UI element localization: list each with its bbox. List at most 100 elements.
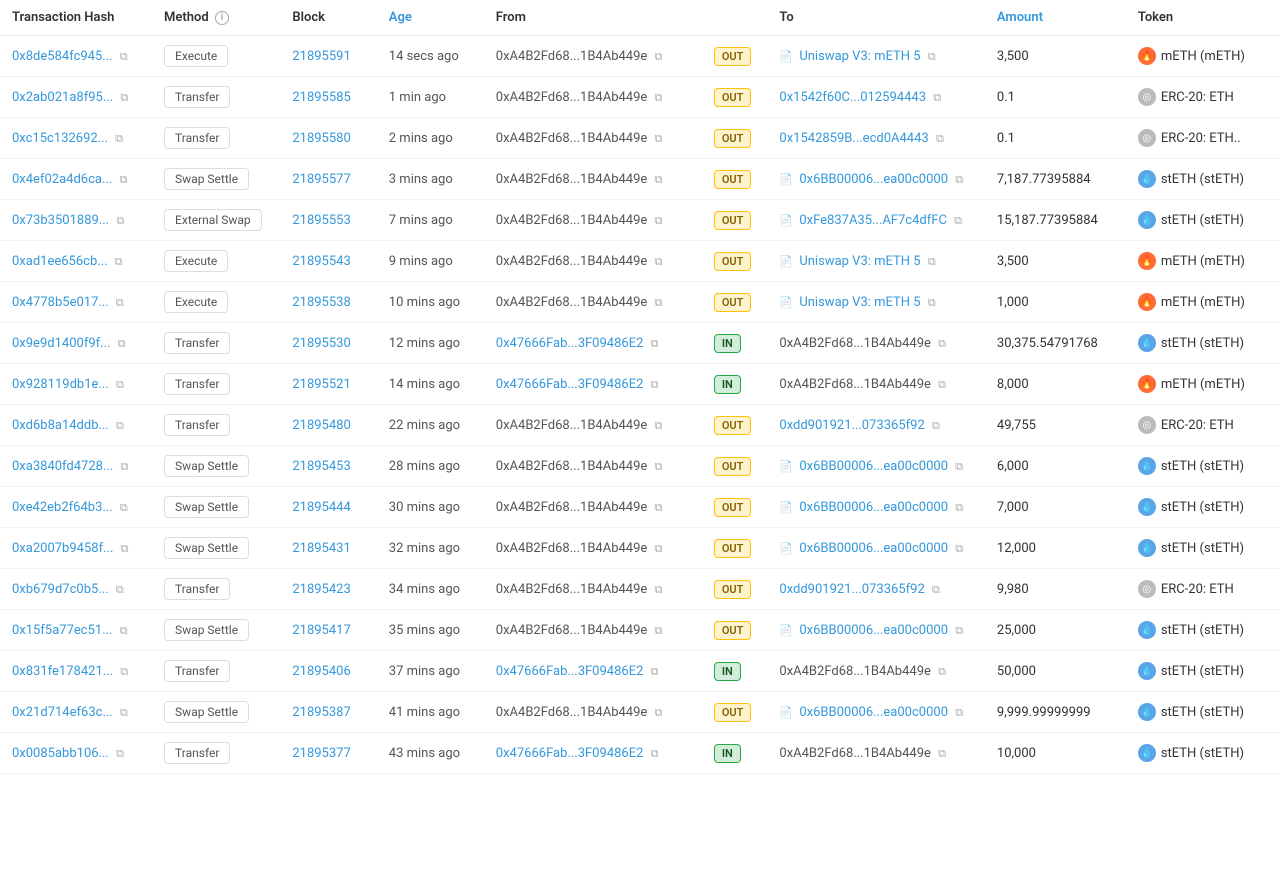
copy-to-icon[interactable]: ⧉ xyxy=(955,501,963,515)
tx-hash-link[interactable]: 0x2ab021a8f95... xyxy=(12,90,113,105)
copy-hash-icon[interactable]: ⧉ xyxy=(120,706,128,720)
block-link[interactable]: 21895577 xyxy=(292,172,350,187)
copy-to-icon[interactable]: ⧉ xyxy=(938,665,946,679)
to-address[interactable]: Uniswap V3: mETH 5 xyxy=(799,295,920,310)
from-address[interactable]: 0x47666Fab...3F09486E2 xyxy=(496,664,644,679)
block-link[interactable]: 21895585 xyxy=(292,90,350,105)
to-address[interactable]: 0x6BB00006...ea00c0000 xyxy=(799,500,948,515)
copy-hash-icon[interactable]: ⧉ xyxy=(120,624,128,638)
tx-hash-link[interactable]: 0x4778b5e017... xyxy=(12,295,109,310)
copy-to-icon[interactable]: ⧉ xyxy=(955,173,963,187)
copy-hash-icon[interactable]: ⧉ xyxy=(115,255,123,269)
copy-hash-icon[interactable]: ⧉ xyxy=(116,214,124,228)
copy-from-icon[interactable]: ⧉ xyxy=(655,255,663,269)
copy-from-icon[interactable]: ⧉ xyxy=(655,296,663,310)
block-link[interactable]: 21895453 xyxy=(292,459,350,474)
copy-from-icon[interactable]: ⧉ xyxy=(655,214,663,228)
to-address[interactable]: 0x6BB00006...ea00c0000 xyxy=(799,623,948,638)
copy-from-icon[interactable]: ⧉ xyxy=(651,665,659,679)
block-link[interactable]: 21895423 xyxy=(292,582,350,597)
copy-from-icon[interactable]: ⧉ xyxy=(655,542,663,556)
copy-from-icon[interactable]: ⧉ xyxy=(655,132,663,146)
copy-from-icon[interactable]: ⧉ xyxy=(655,91,663,105)
copy-to-icon[interactable]: ⧉ xyxy=(955,542,963,556)
block-link[interactable]: 21895543 xyxy=(292,254,350,269)
tx-hash-link[interactable]: 0x9e9d1400f9f... xyxy=(12,336,110,351)
copy-from-icon[interactable]: ⧉ xyxy=(655,419,663,433)
block-link[interactable]: 21895521 xyxy=(292,377,350,392)
to-address[interactable]: Uniswap V3: mETH 5 xyxy=(799,254,920,269)
to-address[interactable]: 0xdd901921...073365f92 xyxy=(779,582,924,597)
from-address[interactable]: 0x47666Fab...3F09486E2 xyxy=(496,336,644,351)
block-link[interactable]: 21895417 xyxy=(292,623,350,638)
tx-hash-link[interactable]: 0xe42eb2f64b3... xyxy=(12,500,113,515)
to-address[interactable]: 0x6BB00006...ea00c0000 xyxy=(799,172,948,187)
tx-hash-link[interactable]: 0x8de584fc945... xyxy=(12,49,113,64)
copy-from-icon[interactable]: ⧉ xyxy=(655,460,663,474)
copy-from-icon[interactable]: ⧉ xyxy=(655,50,663,64)
block-link[interactable]: 21895530 xyxy=(292,336,350,351)
col-header-amount[interactable]: Amount xyxy=(985,0,1126,36)
copy-hash-icon[interactable]: ⧉ xyxy=(120,50,128,64)
copy-hash-icon[interactable]: ⧉ xyxy=(120,501,128,515)
method-info-icon[interactable]: i xyxy=(215,11,229,25)
copy-to-icon[interactable]: ⧉ xyxy=(928,50,936,64)
block-link[interactable]: 21895444 xyxy=(292,500,350,515)
tx-hash-link[interactable]: 0x928119db1e... xyxy=(12,377,109,392)
copy-hash-icon[interactable]: ⧉ xyxy=(116,583,124,597)
copy-hash-icon[interactable]: ⧉ xyxy=(116,747,124,761)
copy-to-icon[interactable]: ⧉ xyxy=(936,132,944,146)
to-address[interactable]: 0x1542859B...ecd0A4443 xyxy=(779,131,928,146)
to-address[interactable]: 0x6BB00006...ea00c0000 xyxy=(799,459,948,474)
copy-from-icon[interactable]: ⧉ xyxy=(651,747,659,761)
copy-to-icon[interactable]: ⧉ xyxy=(933,91,941,105)
block-link[interactable]: 21895480 xyxy=(292,418,350,433)
block-link[interactable]: 21895377 xyxy=(292,746,350,761)
block-link[interactable]: 21895553 xyxy=(292,213,350,228)
copy-hash-icon[interactable]: ⧉ xyxy=(120,91,128,105)
copy-to-icon[interactable]: ⧉ xyxy=(955,460,963,474)
copy-to-icon[interactable]: ⧉ xyxy=(938,378,946,392)
to-address[interactable]: 0x6BB00006...ea00c0000 xyxy=(799,705,948,720)
block-link[interactable]: 21895387 xyxy=(292,705,350,720)
tx-hash-link[interactable]: 0xa3840fd4728... xyxy=(12,459,113,474)
tx-hash-link[interactable]: 0x4ef02a4d6ca... xyxy=(12,172,112,187)
copy-from-icon[interactable]: ⧉ xyxy=(655,624,663,638)
block-link[interactable]: 21895580 xyxy=(292,131,350,146)
tx-hash-link[interactable]: 0xd6b8a14ddb... xyxy=(12,418,109,433)
to-address[interactable]: 0x6BB00006...ea00c0000 xyxy=(799,541,948,556)
block-link[interactable]: 21895591 xyxy=(292,49,350,64)
tx-hash-link[interactable]: 0x831fe178421... xyxy=(12,664,113,679)
copy-to-icon[interactable]: ⧉ xyxy=(954,214,962,228)
copy-hash-icon[interactable]: ⧉ xyxy=(115,132,123,146)
copy-hash-icon[interactable]: ⧉ xyxy=(121,542,129,556)
copy-to-icon[interactable]: ⧉ xyxy=(955,706,963,720)
copy-hash-icon[interactable]: ⧉ xyxy=(118,337,126,351)
copy-hash-icon[interactable]: ⧉ xyxy=(120,665,128,679)
to-address[interactable]: Uniswap V3: mETH 5 xyxy=(799,49,920,64)
copy-to-icon[interactable]: ⧉ xyxy=(932,419,940,433)
tx-hash-link[interactable]: 0xad1ee656cb... xyxy=(12,254,108,269)
tx-hash-link[interactable]: 0x73b3501889... xyxy=(12,213,109,228)
block-link[interactable]: 21895538 xyxy=(292,295,350,310)
copy-hash-icon[interactable]: ⧉ xyxy=(120,173,128,187)
tx-hash-link[interactable]: 0x0085abb106... xyxy=(12,746,109,761)
to-address[interactable]: 0xFe837A35...AF7c4dfFC xyxy=(799,213,947,228)
copy-to-icon[interactable]: ⧉ xyxy=(955,624,963,638)
to-address[interactable]: 0x1542f60C...012594443 xyxy=(779,90,926,105)
copy-from-icon[interactable]: ⧉ xyxy=(655,173,663,187)
copy-from-icon[interactable]: ⧉ xyxy=(655,706,663,720)
tx-hash-link[interactable]: 0xa2007b9458f... xyxy=(12,541,113,556)
tx-hash-link[interactable]: 0x15f5a77ec51... xyxy=(12,623,112,638)
to-address[interactable]: 0xdd901921...073365f92 xyxy=(779,418,924,433)
copy-hash-icon[interactable]: ⧉ xyxy=(116,419,124,433)
copy-to-icon[interactable]: ⧉ xyxy=(928,296,936,310)
copy-to-icon[interactable]: ⧉ xyxy=(938,337,946,351)
copy-to-icon[interactable]: ⧉ xyxy=(932,583,940,597)
copy-to-icon[interactable]: ⧉ xyxy=(938,747,946,761)
tx-hash-link[interactable]: 0xc15c132692... xyxy=(12,131,108,146)
copy-from-icon[interactable]: ⧉ xyxy=(651,337,659,351)
tx-hash-link[interactable]: 0xb679d7c0b5... xyxy=(12,582,109,597)
tx-hash-link[interactable]: 0x21d714ef63c... xyxy=(12,705,113,720)
block-link[interactable]: 21895431 xyxy=(292,541,350,556)
